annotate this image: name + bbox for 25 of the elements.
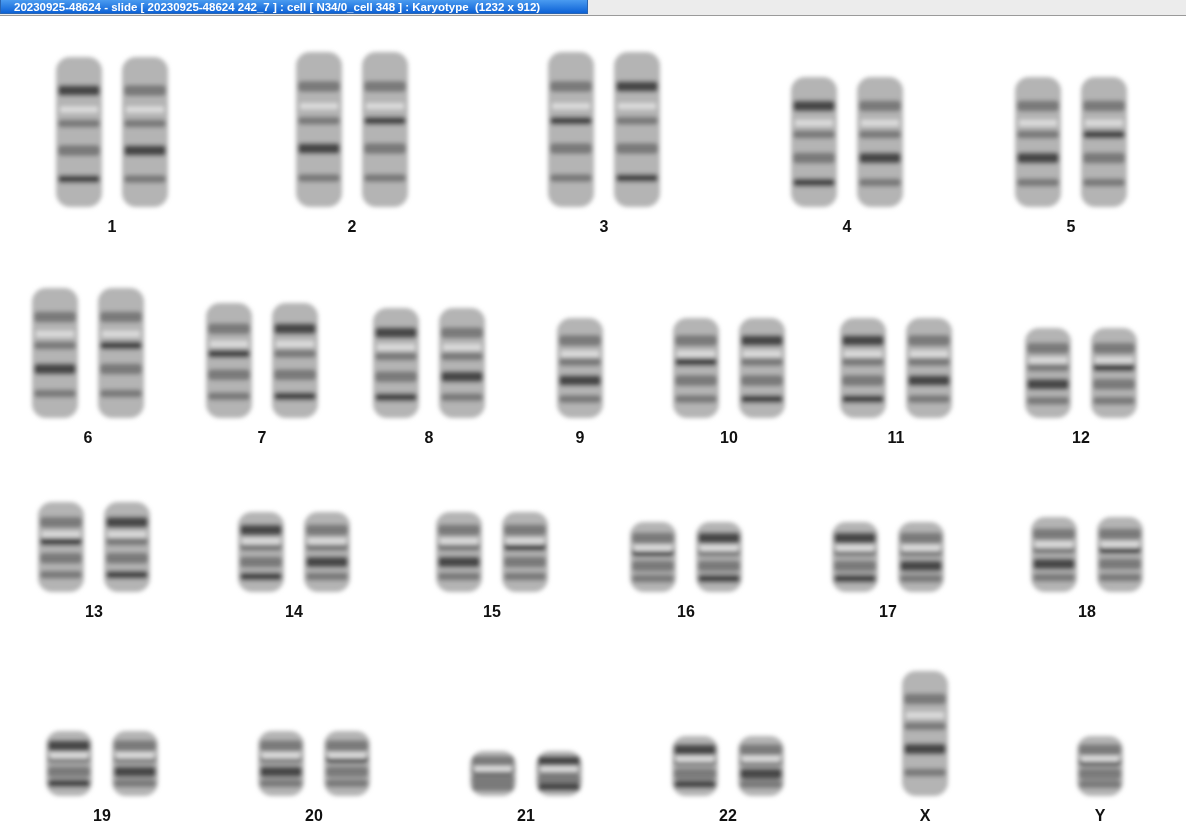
- chromosome-label: 6: [83, 429, 93, 447]
- chromosome-label: Y: [1094, 807, 1106, 825]
- window-title[interactable]: 20230925-48624 - slide [ 20230925-48624 242_7 ] : cell [ N34/0_cell 348 ] : Karyotype (1232 x 912): [0, 0, 588, 14]
- chromosome-label: 15: [483, 603, 501, 621]
- chromosome-label: 11: [887, 429, 905, 447]
- chromosome-label: 1: [107, 218, 117, 236]
- chromosome-label: 5: [1066, 218, 1076, 236]
- chromosome-label: 7: [257, 429, 267, 447]
- chromosome-label: 8: [424, 429, 434, 447]
- chromosome-label: 21: [517, 807, 535, 825]
- chromosome-label: 12: [1072, 429, 1090, 447]
- chromosome-label: 3: [599, 218, 609, 236]
- chromosome-label: 4: [842, 218, 852, 236]
- chromosome-label: X: [919, 807, 931, 825]
- chromosome-label: 20: [305, 807, 323, 825]
- chromosome-label: 22: [719, 807, 737, 825]
- chromosome-label: 17: [879, 603, 897, 621]
- chromosome-label: 19: [93, 807, 111, 825]
- chromosome-label: 2: [347, 218, 357, 236]
- chromosome-label: 13: [85, 603, 103, 621]
- chromosome-label: 14: [285, 603, 303, 621]
- chromosome-label: 18: [1078, 603, 1096, 621]
- chromosome-label: 9: [575, 429, 585, 447]
- chromosome-label: 16: [677, 603, 695, 621]
- chromosome-label: 10: [720, 429, 738, 447]
